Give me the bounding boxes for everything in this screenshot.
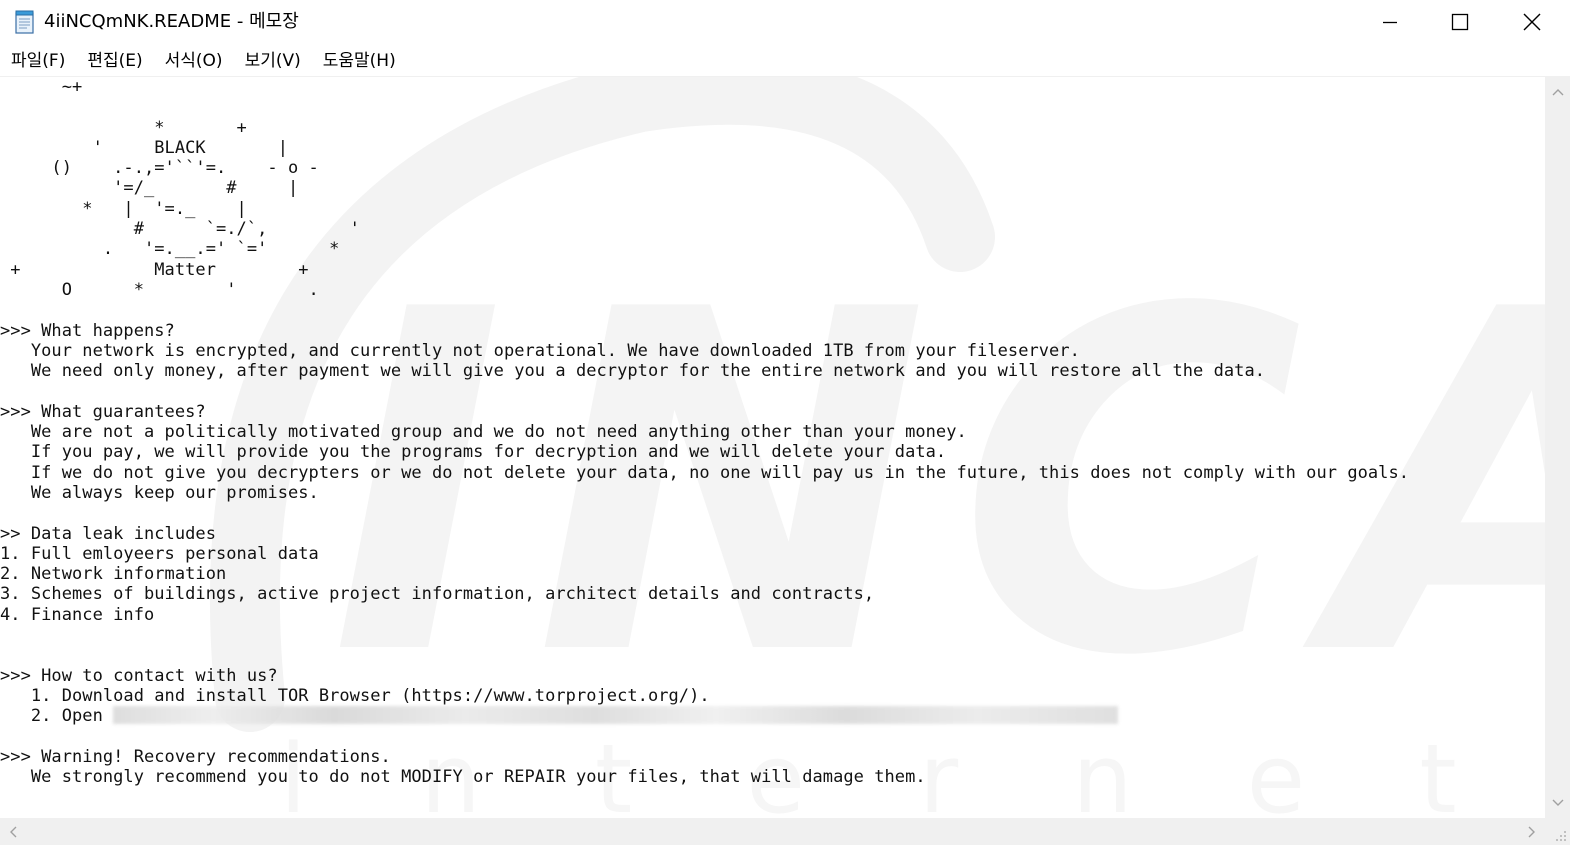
minimize-icon: [1383, 21, 1397, 24]
menu-help[interactable]: 도움말(H): [323, 46, 396, 76]
redacted-onion-link: [113, 706, 1119, 725]
warning-text: >>> Warning! Recovery recommendations. W…: [0, 746, 926, 788]
ascii-art: ~+ * + ' BLACK | () .-.,='``'=. - o - '=…: [10, 77, 360, 300]
menu-view[interactable]: 보기(V): [245, 46, 301, 76]
title-bar[interactable]: 4iiNCQmNK.README - 메모장: [0, 0, 1570, 44]
notepad-window: 4iiNCQmNK.README - 메모장 파일(F) 편집(E) 서식(O)…: [0, 0, 1570, 845]
size-grip-icon: [1556, 831, 1566, 841]
scroll-down-button[interactable]: [1545, 788, 1570, 818]
scroll-up-button[interactable]: [1545, 77, 1570, 107]
scroll-right-arrow-icon: [1528, 826, 1535, 837]
menu-format[interactable]: 서식(O): [165, 46, 223, 76]
window-title: 4iiNCQmNK.README - 메모장: [44, 11, 299, 32]
close-button[interactable]: [1497, 0, 1567, 44]
menu-file[interactable]: 파일(F): [11, 46, 65, 76]
scroll-left-arrow-icon: [10, 826, 17, 837]
horizontal-scrollbar[interactable]: [0, 818, 1545, 845]
vertical-scrollbar[interactable]: [1545, 77, 1570, 818]
body-text: >>> What happens? Your network is encryp…: [0, 320, 1410, 706]
menu-edit[interactable]: 편집(E): [87, 46, 142, 76]
open-line-prefix: 2. Open: [0, 706, 114, 727]
size-grip[interactable]: [1545, 818, 1570, 845]
scroll-down-arrow-icon: [1552, 799, 1563, 806]
maximize-button[interactable]: [1425, 0, 1495, 44]
scroll-left-button[interactable]: [0, 818, 26, 845]
minimize-button[interactable]: [1355, 0, 1425, 44]
scroll-right-button[interactable]: [1519, 818, 1545, 845]
text-editor[interactable]: INCA i n t e r n e t ~+ * + ' BLACK | ()…: [0, 77, 1545, 818]
document-text: ~+ * + ' BLACK | () .-.,='``'=. - o - '=…: [0, 77, 1409, 787]
menu-bar: 파일(F) 편집(E) 서식(O) 보기(V) 도움말(H): [0, 46, 1570, 76]
maximize-icon: [1451, 13, 1469, 31]
notepad-icon: [15, 10, 34, 34]
scroll-up-arrow-icon: [1552, 89, 1563, 96]
close-icon: [1523, 13, 1541, 31]
